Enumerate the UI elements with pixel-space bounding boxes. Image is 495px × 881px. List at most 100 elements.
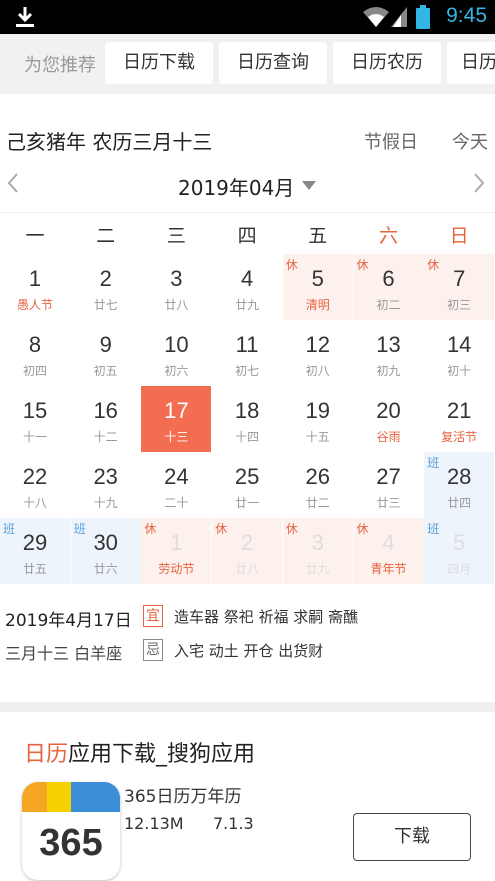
day-number: 19: [305, 398, 331, 423]
day-lunar-label: 初三: [447, 298, 472, 312]
calendar-day[interactable]: 3 廿八: [141, 254, 211, 320]
app-icon[interactable]: 365: [22, 782, 120, 880]
day-number: 14: [446, 332, 472, 357]
recommend-chip[interactable]: 日历农历: [333, 42, 441, 84]
calendar-day[interactable]: 24 二十: [141, 452, 211, 518]
chevron-right-icon[interactable]: [472, 172, 486, 194]
day-number: 15: [22, 398, 48, 423]
calendar-day[interactable]: 2 廿七: [71, 254, 141, 320]
calendar-day[interactable]: 21 复活节: [424, 386, 494, 452]
calendar-day[interactable]: 15 十一: [0, 386, 70, 452]
holiday-button[interactable]: 节假日: [364, 128, 418, 154]
app-icon-stripe: [95, 782, 120, 812]
calendar-day[interactable]: 9 初五: [71, 320, 141, 386]
chevron-left-icon[interactable]: [6, 172, 20, 194]
day-number: 20: [376, 398, 401, 423]
app-ad-card[interactable]: 日历应用下载_搜狗应用 365 365日历万年历 12.13M 7.1.3 下载: [0, 712, 495, 881]
day-number: 6: [382, 266, 395, 291]
calendar-day[interactable]: 18 十四: [212, 386, 282, 452]
calendar-day[interactable]: 19 十五: [283, 386, 353, 452]
calendar-day[interactable]: 25 廿一: [212, 452, 282, 518]
calendar-info-row: 己亥猪年 农历三月十三 节假日 今天: [0, 118, 495, 158]
day-lunar-label: 复活节: [441, 430, 478, 444]
month-selector[interactable]: 2019年04月: [178, 172, 294, 201]
calendar-day[interactable]: 班 30 廿六: [70, 518, 141, 584]
calendar-day[interactable]: 休 6 初二: [353, 254, 424, 320]
weekday-label: 三: [166, 225, 186, 247]
calendar-day[interactable]: 27 廿三: [354, 452, 424, 518]
calendar-day[interactable]: 16 十二: [71, 386, 141, 452]
app-version: 7.1.3: [213, 814, 254, 833]
ad-title[interactable]: 日历应用下载_搜狗应用: [24, 736, 255, 768]
day-lunar-label: 廿八: [235, 562, 260, 576]
day-number: 11: [235, 332, 259, 357]
day-lunar-label: 初五: [93, 364, 118, 378]
day-number: 4: [240, 266, 254, 291]
day-number: 25: [234, 464, 260, 489]
weekday-label: 四: [237, 225, 257, 247]
caret-down-icon[interactable]: [302, 181, 316, 190]
day-number: 22: [22, 464, 48, 489]
day-number: 2: [240, 530, 254, 555]
calendar-day-selected[interactable]: 17 十三: [141, 386, 212, 452]
calendar-day[interactable]: 班 29 廿五: [0, 518, 70, 584]
day-lunar-label: 谷雨: [376, 430, 401, 444]
day-number: 27: [376, 464, 401, 489]
day-number: 28: [446, 464, 472, 489]
recommend-chip[interactable]: 日历下载: [105, 42, 213, 84]
day-number: 13: [376, 332, 401, 357]
calendar-day[interactable]: 11 初七: [212, 320, 282, 386]
day-number: 30: [93, 530, 118, 555]
day-number: 5: [311, 266, 324, 291]
calendar-day[interactable]: 23 十九: [71, 452, 141, 518]
calendar-day[interactable]: 14 初十: [424, 320, 494, 386]
today-button[interactable]: 今天: [452, 128, 488, 154]
day-number: 4: [382, 530, 395, 555]
recommend-chip[interactable]: 日历查询: [219, 42, 327, 84]
app-size: 12.13M: [124, 814, 184, 833]
ad-title-highlight: 日历: [24, 742, 69, 767]
day-lunar-label: 二十: [164, 496, 189, 510]
day-lunar-label: 初九: [376, 364, 401, 378]
day-number: 1: [170, 530, 183, 555]
calendar-day[interactable]: 22 十八: [0, 452, 70, 518]
calendar-day[interactable]: 休 1 劳动节: [141, 518, 212, 584]
day-number: 16: [93, 398, 118, 423]
calendar-day[interactable]: 20 谷雨: [354, 386, 424, 452]
selected-date: 2019年4月17日: [5, 611, 132, 631]
day-lunar-label: 初十: [447, 364, 472, 378]
calendar-day[interactable]: 1 愚人节: [0, 254, 70, 320]
calendar-day[interactable]: 4 廿九: [212, 254, 282, 320]
weekday-label: 一: [25, 225, 45, 247]
day-lunar-label: 廿七: [93, 298, 118, 312]
day-lunar-label: 十二: [93, 430, 118, 444]
calendar-day[interactable]: 休 3 廿九: [282, 518, 353, 584]
day-number: 12: [305, 332, 331, 357]
day-number: 5: [453, 530, 466, 555]
calendar-day[interactable]: 13 初九: [354, 320, 424, 386]
month-nav: 2019年04月: [0, 162, 495, 208]
day-lunar-label: 劳动节: [158, 562, 195, 576]
calendar-day[interactable]: 12 初八: [283, 320, 353, 386]
calendar-day[interactable]: 休 4 青年节: [353, 518, 424, 584]
calendar-day[interactable]: 8 初四: [0, 320, 70, 386]
calendar-day[interactable]: 26 廿二: [283, 452, 353, 518]
day-number: 10: [164, 332, 189, 357]
day-lunar-label: 青年节: [370, 562, 407, 576]
calendar-day[interactable]: 10 初六: [141, 320, 211, 386]
calendar-day[interactable]: 班 5 四月: [424, 518, 495, 584]
day-lunar-label: 十九: [93, 496, 118, 510]
day-lunar-label: 廿九: [305, 562, 330, 576]
calendar-day[interactable]: 休 5 清明: [282, 254, 353, 320]
day-lunar-label: 初二: [376, 298, 401, 312]
calendar-day[interactable]: 休 2 廿八: [212, 518, 283, 584]
calendar-day[interactable]: 班 28 廿四: [424, 452, 495, 518]
day-lunar-label: 清明: [305, 298, 330, 312]
weekday-label: 六: [378, 225, 398, 247]
download-button[interactable]: 下载: [353, 813, 471, 861]
calendar-day[interactable]: 休 7 初三: [424, 254, 495, 320]
app-name[interactable]: 365日历万年历: [124, 782, 241, 807]
day-lunar-label: 廿九: [235, 298, 260, 312]
recommend-chip[interactable]: 日历: [447, 42, 495, 84]
day-number: 18: [234, 398, 260, 423]
